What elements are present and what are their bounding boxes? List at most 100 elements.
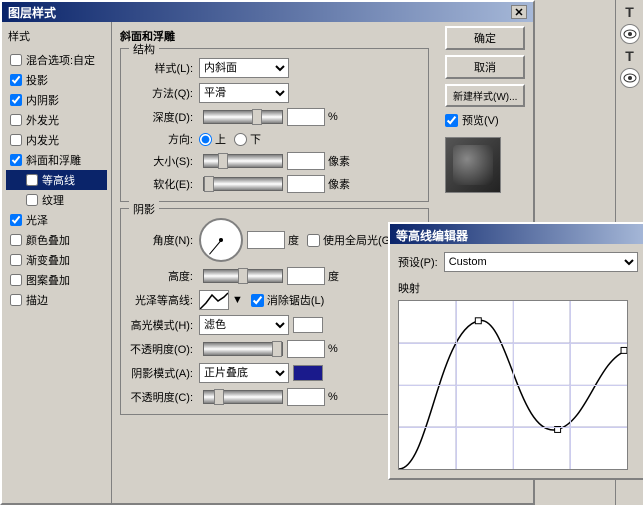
- method-label: 方法(Q):: [129, 85, 199, 101]
- sidebar-label-inner-shadow: 内阴影: [26, 92, 59, 108]
- shadow-opacity-unit: %: [328, 391, 338, 403]
- shadow-mode-label: 阴影模式(A):: [129, 365, 199, 381]
- sidebar-item-gradient-overlay[interactable]: 渐变叠加: [6, 250, 107, 270]
- size-value[interactable]: 53: [287, 152, 325, 170]
- t-icon-mid: T: [616, 48, 643, 64]
- highlight-color-swatch[interactable]: [293, 317, 323, 333]
- direction-radio-group: 上 下: [199, 131, 261, 147]
- contour-editor-title: 等高线编辑器: [390, 224, 643, 244]
- contour-checkbox[interactable]: [26, 174, 38, 186]
- layer-style-window: 图层样式 ✕ 样式 混合选项:自定 投影 内阴影 外发光: [0, 0, 535, 505]
- pattern-overlay-checkbox[interactable]: [10, 274, 22, 286]
- title-bar: 图层样式 ✕: [2, 2, 533, 22]
- eye-icon-2[interactable]: [620, 68, 640, 88]
- blend-checkbox[interactable]: [10, 54, 22, 66]
- gloss-contour-label: 光泽等高线:: [129, 292, 199, 308]
- shadow-opacity-slider[interactable]: [203, 390, 283, 404]
- preset-select[interactable]: Custom Linear Gaussian: [444, 252, 638, 272]
- preset-label: 预设(P):: [398, 254, 438, 270]
- inner-shadow-checkbox[interactable]: [10, 94, 22, 106]
- method-select[interactable]: 平滑 雕刻清晰: [199, 83, 289, 103]
- inner-glow-checkbox[interactable]: [10, 134, 22, 146]
- sidebar-item-outer-glow[interactable]: 外发光: [6, 110, 107, 130]
- preview-checkbox[interactable]: [445, 114, 458, 127]
- bevel-checkbox[interactable]: [10, 154, 22, 166]
- sidebar-label-outer-glow: 外发光: [26, 112, 59, 128]
- gloss-contour-row: 光泽等高线: ▼ 消除锯齿(L): [129, 290, 420, 310]
- sidebar-label-stroke: 描边: [26, 292, 48, 308]
- soften-slider[interactable]: [203, 177, 283, 191]
- stroke-checkbox[interactable]: [10, 294, 22, 306]
- soften-value[interactable]: 0: [287, 175, 325, 193]
- altitude-value[interactable]: 45: [287, 267, 325, 285]
- highlight-mode-select[interactable]: 滤色 正常: [199, 315, 289, 335]
- angle-unit: 度: [288, 232, 299, 248]
- sidebar: 样式 混合选项:自定 投影 内阴影 外发光 内发光: [2, 22, 112, 503]
- size-unit: 像素: [328, 153, 350, 169]
- preview-icon: [453, 145, 493, 185]
- bevel-section-title: 斜面和浮雕: [120, 28, 429, 44]
- depth-label: 深度(D):: [129, 109, 199, 125]
- altitude-slider[interactable]: [203, 269, 283, 283]
- sidebar-label-inner-glow: 内发光: [26, 132, 59, 148]
- anti-alias-label: 消除锯齿(L): [267, 292, 324, 308]
- sidebar-item-blend[interactable]: 混合选项:自定: [6, 50, 107, 70]
- sidebar-item-gloss[interactable]: 光泽: [6, 210, 107, 230]
- anti-alias-checkbox[interactable]: [251, 294, 264, 307]
- grid-v-2: [513, 301, 514, 469]
- sidebar-item-shadow[interactable]: 投影: [6, 70, 107, 90]
- highlight-mode-label: 高光模式(H):: [129, 317, 199, 333]
- global-light-checkbox[interactable]: [307, 234, 320, 247]
- cancel-button[interactable]: 取消: [445, 55, 525, 79]
- sidebar-item-texture[interactable]: 纹理: [6, 190, 107, 210]
- contour-graph[interactable]: [398, 300, 628, 470]
- sidebar-label-gradient-overlay: 渐变叠加: [26, 252, 70, 268]
- angle-value[interactable]: 140: [247, 231, 285, 249]
- direction-down-radio[interactable]: [234, 133, 247, 146]
- highlight-opacity-slider[interactable]: [203, 342, 283, 356]
- shadow-opacity-value[interactable]: 15: [287, 388, 325, 406]
- direction-label: 方向:: [129, 131, 199, 147]
- ok-button[interactable]: 确定: [445, 26, 525, 50]
- sidebar-item-inner-glow[interactable]: 内发光: [6, 130, 107, 150]
- sidebar-label-color-overlay: 颜色叠加: [26, 232, 70, 248]
- direction-up-radio[interactable]: [199, 133, 212, 146]
- dropdown-arrow[interactable]: ▼: [232, 294, 243, 306]
- shadow-color-swatch[interactable]: [293, 365, 323, 381]
- style-row: 样式(L): 内斜面 外斜面 浮雕效果 枕状浮雕: [129, 58, 420, 78]
- sidebar-label-gloss: 光泽: [26, 212, 48, 228]
- grid-v-3: [570, 301, 571, 469]
- size-label: 大小(S):: [129, 153, 199, 169]
- sidebar-item-bevel[interactable]: 斜面和浮雕: [6, 150, 107, 170]
- style-select[interactable]: 内斜面 外斜面 浮雕效果 枕状浮雕: [199, 58, 289, 78]
- texture-checkbox[interactable]: [26, 194, 38, 206]
- size-slider[interactable]: [203, 154, 283, 168]
- right-panel: 确定 取消 新建样式(W)... 预览(V) 斜面和浮雕 结构: [112, 22, 533, 503]
- sidebar-item-inner-shadow[interactable]: 内阴影: [6, 90, 107, 110]
- size-row: 大小(S): 53 像素: [129, 152, 420, 170]
- highlight-opacity-value[interactable]: 100: [287, 340, 325, 358]
- structure-group: 结构 样式(L): 内斜面 外斜面 浮雕效果 枕状浮雕 方法(Q):: [120, 48, 429, 202]
- sidebar-label-bevel: 斜面和浮雕: [26, 152, 81, 168]
- eye-icon-1[interactable]: [620, 24, 640, 44]
- new-style-button[interactable]: 新建样式(W)...: [445, 84, 525, 107]
- sidebar-item-color-overlay[interactable]: 颜色叠加: [6, 230, 107, 250]
- outer-glow-checkbox[interactable]: [10, 114, 22, 126]
- gradient-overlay-checkbox[interactable]: [10, 254, 22, 266]
- preview-row: 预览(V): [445, 112, 525, 128]
- gloss-checkbox[interactable]: [10, 214, 22, 226]
- gloss-contour-thumb[interactable]: [199, 290, 229, 310]
- direction-row: 方向: 上 下: [129, 131, 420, 147]
- sidebar-title: 样式: [6, 28, 107, 44]
- depth-value[interactable]: 710: [287, 108, 325, 126]
- sidebar-item-contour[interactable]: 等高线: [6, 170, 107, 190]
- angle-dial[interactable]: [199, 218, 243, 262]
- shadow-checkbox[interactable]: [10, 74, 22, 86]
- sidebar-item-pattern-overlay[interactable]: 图案叠加: [6, 270, 107, 290]
- color-overlay-checkbox[interactable]: [10, 234, 22, 246]
- depth-slider[interactable]: [203, 110, 283, 124]
- sidebar-item-stroke[interactable]: 描边: [6, 290, 107, 310]
- soften-label: 软化(E):: [129, 176, 199, 192]
- shadow-mode-select[interactable]: 正片叠底 正常: [199, 363, 289, 383]
- close-button[interactable]: ✕: [511, 5, 527, 19]
